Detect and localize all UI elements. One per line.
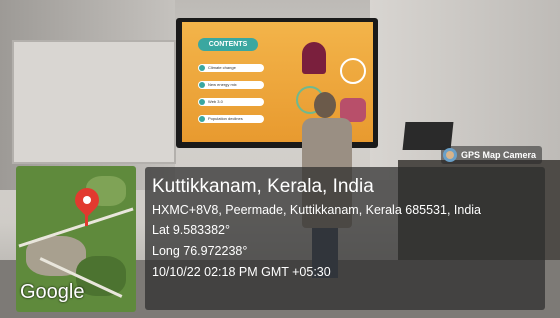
gps-map-camera-badge: GPS Map Camera <box>441 146 543 164</box>
bullet-icon <box>199 82 205 88</box>
whiteboard <box>12 40 176 164</box>
photo-scene: CONTENTS Climate change New energy mix W… <box>0 0 560 318</box>
slide-item: Web 3.0 <box>198 98 264 106</box>
presenter-head <box>314 92 336 118</box>
latitude-text: Lat 9.583382° <box>152 223 230 237</box>
longitude-text: Long 76.972238° <box>152 244 248 258</box>
slide-item: New energy mix <box>198 81 264 89</box>
badge-label: GPS Map Camera <box>461 150 537 160</box>
timestamp-text: 10/10/22 02:18 PM GMT +05:30 <box>152 265 331 279</box>
bullet-icon <box>199 99 205 105</box>
map-thumbnail: Google <box>16 166 136 312</box>
google-logo: Google <box>20 281 85 303</box>
pin-tip <box>85 212 88 226</box>
location-title: Kuttikkanam, Kerala, India <box>152 176 374 197</box>
slide-item: Population declines <box>198 115 264 123</box>
slide-item: Climate change <box>198 64 264 72</box>
slide-heading: CONTENTS <box>198 38 258 51</box>
bullet-icon <box>199 65 205 71</box>
coin-icon <box>340 58 366 84</box>
pin-center <box>83 196 91 204</box>
gps-map-camera-icon <box>443 148 457 162</box>
bullet-icon <box>199 116 205 122</box>
globe-arch-icon <box>302 42 326 74</box>
address-text: HXMC+8V8, Peermade, Kuttikkanam, Kerala … <box>152 203 482 217</box>
